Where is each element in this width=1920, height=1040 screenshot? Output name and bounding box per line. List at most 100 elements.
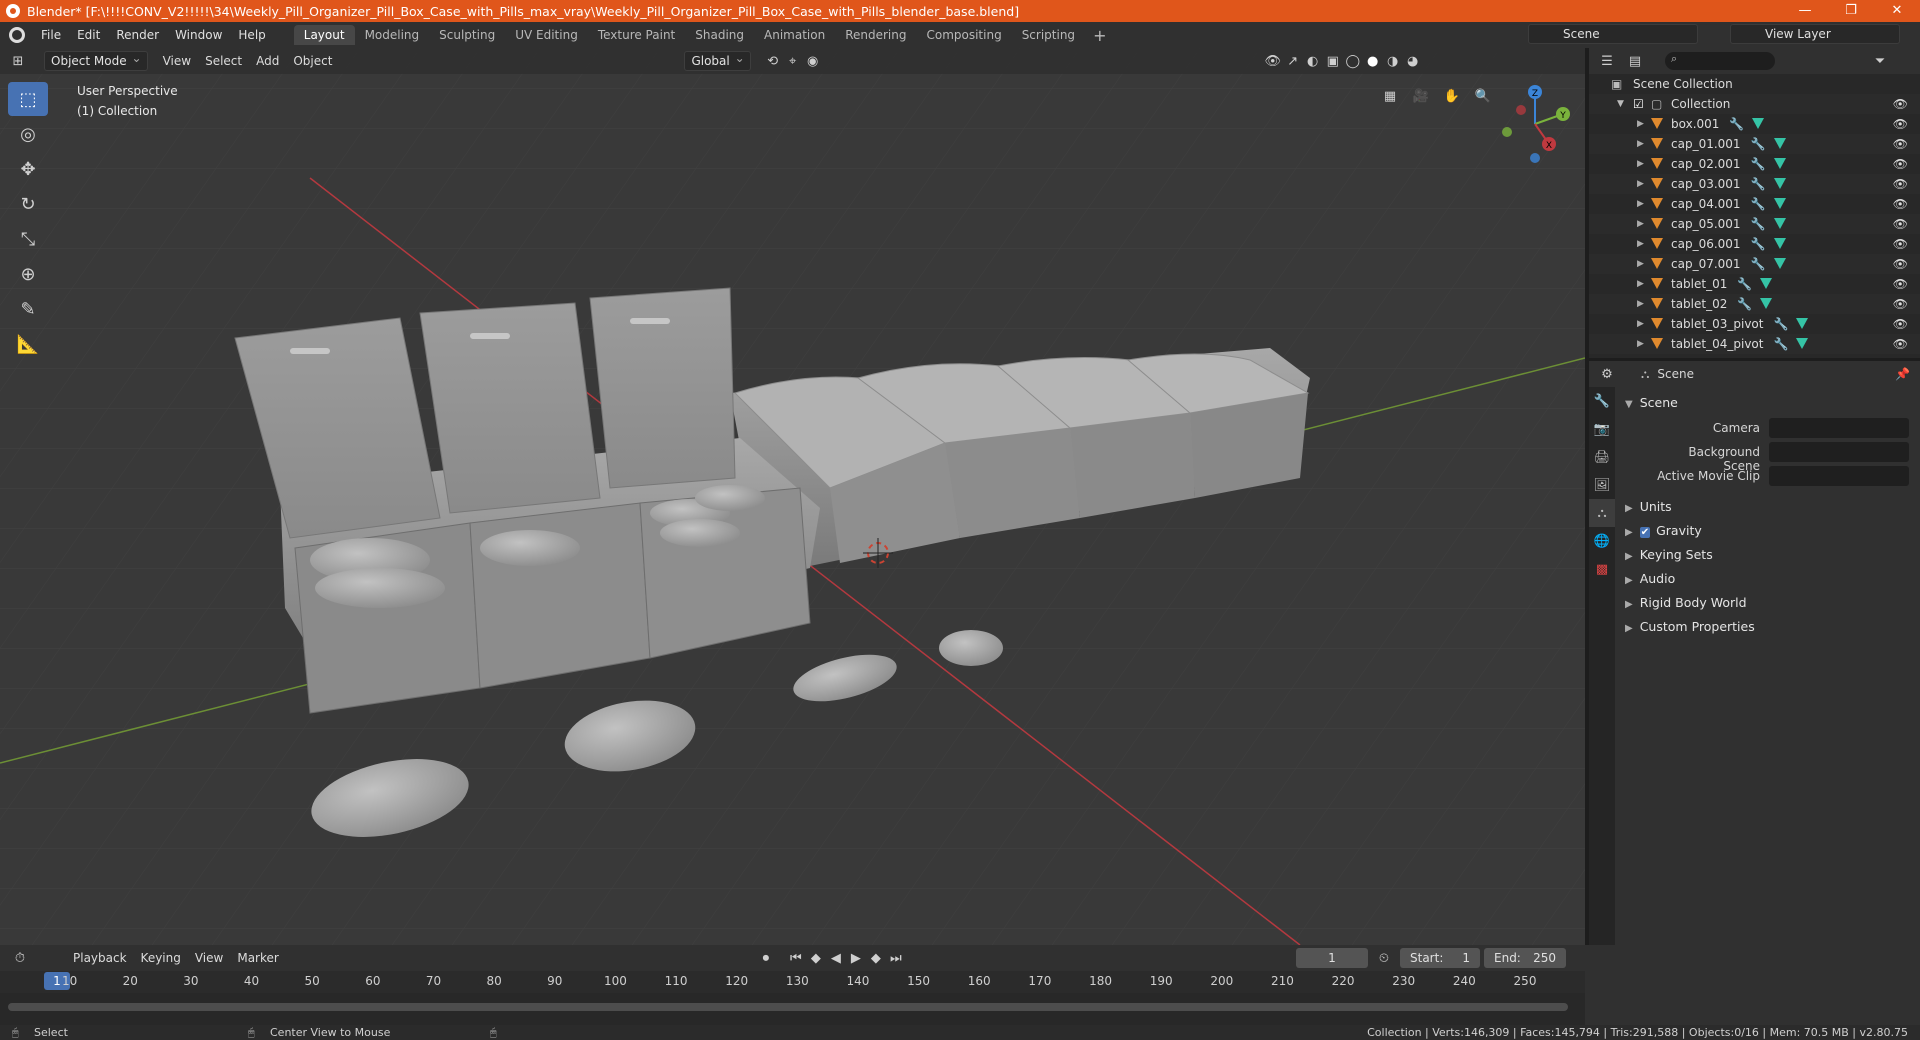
scene-collection-row[interactable]: ▣ Scene Collection: [1589, 74, 1920, 94]
measure-tool[interactable]: 📐: [8, 327, 48, 361]
render-tab-icon[interactable]: 📷: [1589, 415, 1615, 443]
timeline-menu-keying[interactable]: Keying: [134, 948, 188, 968]
zoom-icon[interactable]: 🔍: [1473, 86, 1493, 106]
tab-compositing[interactable]: Compositing: [916, 25, 1011, 45]
timeline-menu-marker[interactable]: Marker: [230, 948, 285, 968]
transform-tool[interactable]: ⊕: [8, 257, 48, 291]
timeline-ruler[interactable]: 1 10 20 30 40 50 60 70 80 90 100 110 120 130 140 150 16…: [0, 971, 1585, 993]
minimize-button[interactable]: —: [1782, 0, 1828, 22]
viewport-menu-select[interactable]: Select: [198, 51, 249, 71]
outliner-editor-icon[interactable]: ☰: [1597, 51, 1617, 71]
units-panel-header[interactable]: ▶ Units: [1625, 499, 1672, 514]
expand-arrow-icon[interactable]: ▶: [1637, 114, 1644, 134]
stopwatch-icon[interactable]: ⏲: [1374, 948, 1394, 968]
3d-viewport[interactable]: ⊞ Object Mode View Select Add Object Glo…: [0, 48, 1585, 945]
pin-icon[interactable]: 📌: [1895, 367, 1910, 381]
solid-shading-icon[interactable]: ●: [1363, 51, 1383, 71]
visibility-eye-icon[interactable]: 👁: [1893, 274, 1908, 294]
visibility-eye-icon[interactable]: 👁: [1893, 314, 1908, 334]
visibility-eye-icon[interactable]: 👁: [1893, 334, 1908, 354]
expand-arrow-icon[interactable]: ▶: [1637, 174, 1644, 194]
pan-hand-icon[interactable]: ✋: [1442, 86, 1462, 106]
menu-help[interactable]: Help: [230, 22, 273, 48]
outliner-object-row[interactable]: ▶ cap_03.001 🔧 👁: [1589, 174, 1920, 194]
timeline-scrollbar[interactable]: [8, 1003, 1568, 1011]
expand-arrow-icon[interactable]: ▶: [1637, 154, 1644, 174]
material-shading-icon[interactable]: ◑: [1383, 51, 1403, 71]
outliner-search-input[interactable]: ⌕: [1665, 52, 1775, 70]
collection-checkbox[interactable]: ☑: [1633, 94, 1644, 114]
visibility-eye-icon[interactable]: 👁: [1893, 154, 1908, 174]
tab-texture-paint[interactable]: Texture Paint: [588, 25, 685, 45]
navigation-gizmo[interactable]: Z Y X: [1495, 84, 1575, 164]
active-movie-clip-field[interactable]: [1769, 466, 1909, 486]
tab-shading[interactable]: Shading: [685, 25, 754, 45]
audio-panel-header[interactable]: ▶ Audio: [1625, 571, 1675, 586]
world-tab-icon[interactable]: 🌐: [1589, 527, 1615, 555]
visibility-eye-icon[interactable]: 👁: [1893, 194, 1908, 214]
grid-view-icon[interactable]: ▦: [1380, 86, 1400, 106]
scene-tab-icon[interactable]: ⛬: [1589, 499, 1615, 527]
rendered-shading-icon[interactable]: ◕: [1403, 51, 1423, 71]
maximize-button[interactable]: ❐: [1828, 0, 1874, 22]
tab-animation[interactable]: Animation: [754, 25, 835, 45]
visibility-eye-icon[interactable]: 👁: [1893, 294, 1908, 314]
outliner-object-row[interactable]: ▶ cap_02.001 🔧 👁: [1589, 154, 1920, 174]
expand-arrow-icon[interactable]: ▶: [1637, 234, 1644, 254]
camera-field[interactable]: [1769, 418, 1909, 438]
display-mode-icon[interactable]: ▤: [1625, 51, 1645, 71]
xray-icon[interactable]: ▣: [1323, 51, 1343, 71]
pivot-point-icon[interactable]: ⟲: [763, 51, 783, 71]
expand-arrow-icon[interactable]: ▶: [1637, 334, 1644, 354]
expand-arrow-icon[interactable]: ▶: [1637, 214, 1644, 234]
tab-scripting[interactable]: Scripting: [1012, 25, 1085, 45]
visibility-eye-icon[interactable]: 👁: [1893, 214, 1908, 234]
camera-view-icon[interactable]: 🎥: [1411, 86, 1431, 106]
jump-start-button[interactable]: ⏮: [786, 948, 806, 968]
visibility-eye-icon[interactable]: 👁: [1893, 94, 1908, 114]
tab-modeling[interactable]: Modeling: [355, 25, 430, 45]
output-tab-icon[interactable]: 🖨: [1589, 443, 1615, 471]
background-scene-field[interactable]: [1769, 442, 1909, 462]
view-layer-selector[interactable]: View Layer: [1730, 24, 1900, 44]
outliner-object-row[interactable]: ▶ cap_07.001 🔧 👁: [1589, 254, 1920, 274]
menu-window[interactable]: Window: [167, 22, 230, 48]
outliner-object-row[interactable]: ▶ box.001 🔧 👁: [1589, 114, 1920, 134]
custom-properties-panel-header[interactable]: ▶ Custom Properties: [1625, 619, 1755, 634]
proportional-edit-icon[interactable]: ◉: [803, 51, 823, 71]
gravity-checkbox[interactable]: ✔: [1639, 527, 1651, 538]
editor-type-icon[interactable]: ⊞: [8, 51, 28, 71]
menu-file[interactable]: File: [33, 22, 69, 48]
visibility-eye-icon[interactable]: 👁: [1893, 114, 1908, 134]
collapse-arrow-icon[interactable]: ▼: [1617, 94, 1624, 114]
view-layer-tab-icon[interactable]: 🖼: [1589, 471, 1615, 499]
expand-arrow-icon[interactable]: ▶: [1637, 194, 1644, 214]
scene-panel-header[interactable]: ▼ Scene: [1625, 395, 1678, 410]
record-button[interactable]: ⏺: [756, 948, 776, 968]
tool-tab-icon[interactable]: 🔧: [1589, 387, 1615, 415]
visibility-eye-icon[interactable]: 👁: [1893, 134, 1908, 154]
snap-icon[interactable]: ⌖: [783, 51, 803, 71]
move-tool[interactable]: ✥: [8, 152, 48, 186]
jump-end-button[interactable]: ⏭: [886, 948, 906, 968]
expand-arrow-icon[interactable]: ▶: [1637, 254, 1644, 274]
blender-logo-icon[interactable]: [9, 27, 25, 43]
outliner-object-row[interactable]: ▶ tablet_01 🔧 👁: [1589, 274, 1920, 294]
filter-icon[interactable]: ⏷: [1870, 51, 1890, 71]
play-button[interactable]: ▶: [846, 948, 866, 968]
viewport-menu-object[interactable]: Object: [286, 51, 339, 71]
visibility-eye-icon[interactable]: 👁: [1893, 254, 1908, 274]
rigid-body-world-panel-header[interactable]: ▶ Rigid Body World: [1625, 595, 1747, 610]
outliner-object-row[interactable]: ▶ cap_01.001 🔧 👁: [1589, 134, 1920, 154]
rotate-tool[interactable]: ↻: [8, 187, 48, 221]
overlays-icon[interactable]: ◐: [1303, 51, 1323, 71]
add-workspace-button[interactable]: +: [1085, 26, 1114, 45]
gravity-panel-header[interactable]: ▶ ✔ Gravity: [1625, 523, 1702, 538]
cursor-tool[interactable]: ◎: [8, 117, 48, 151]
texture-tab-icon[interactable]: ▩: [1589, 555, 1615, 583]
tab-rendering[interactable]: Rendering: [835, 25, 916, 45]
play-reverse-button[interactable]: ◀: [826, 948, 846, 968]
timeline-menu-view[interactable]: View: [188, 948, 230, 968]
annotate-tool[interactable]: ✎: [8, 292, 48, 326]
outliner-object-row[interactable]: ▶ cap_06.001 🔧 👁: [1589, 234, 1920, 254]
